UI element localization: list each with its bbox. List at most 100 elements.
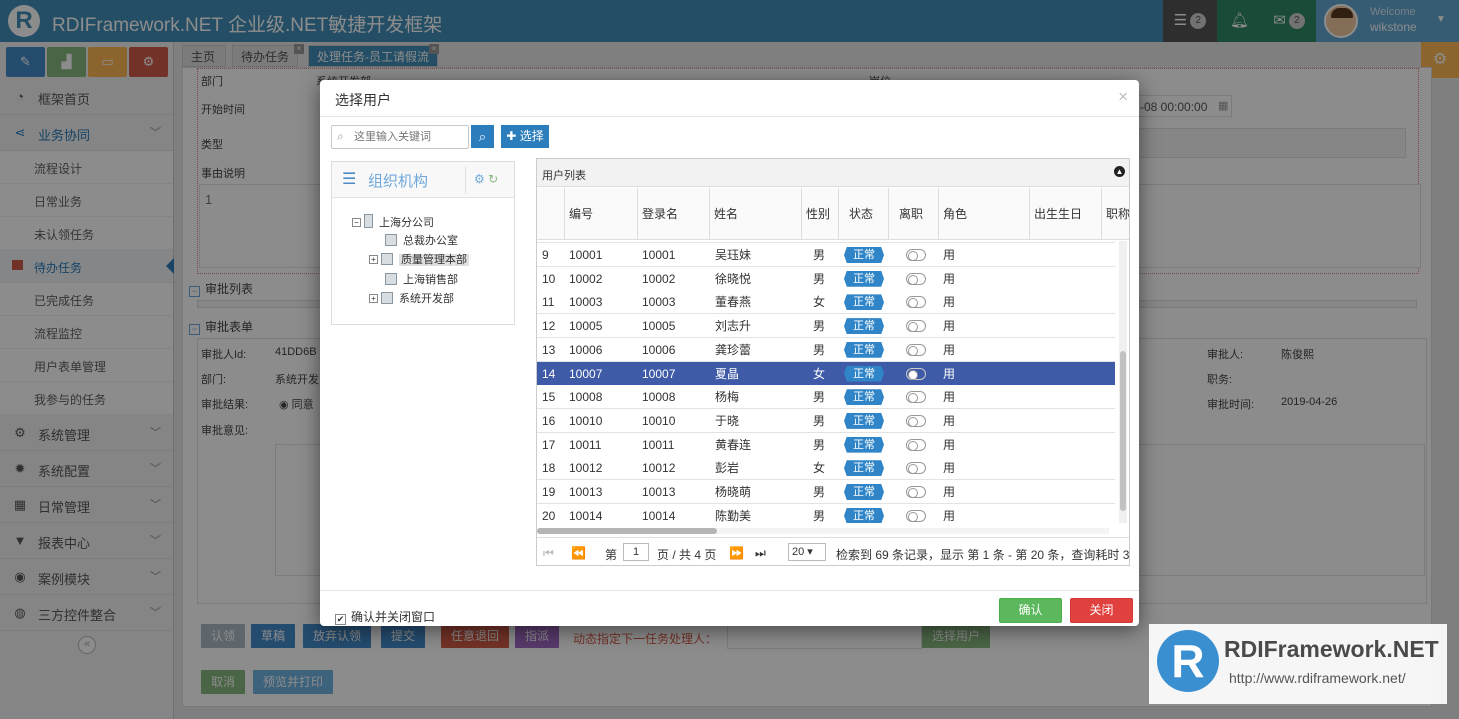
cell-role: 用 — [943, 319, 956, 334]
collapse-panel-icon[interactable]: ▲ — [1114, 166, 1125, 177]
close-icon[interactable]: × — [1118, 87, 1128, 107]
cell-name: 龚珍蕾 — [715, 342, 752, 357]
resigned-toggle[interactable] — [906, 343, 926, 356]
cell-login: 10012 — [642, 461, 676, 476]
table-row[interactable]: 10 10002 10002 徐晓悦 男 用 正常 — [537, 266, 1115, 291]
column-header-login[interactable]: 登录名 — [638, 188, 710, 240]
cell-name: 杨晓萌 — [715, 485, 752, 499]
column-header-rownum — [537, 188, 565, 240]
column-header-code[interactable]: 编号 — [565, 188, 638, 240]
column-header-role[interactable]: 角色 — [939, 188, 1030, 240]
column-header-status[interactable]: 状态 — [839, 188, 889, 240]
cell-sex: 男 — [813, 485, 826, 499]
first-page-icon[interactable]: ⏮ — [543, 546, 554, 561]
column-header-birthday[interactable]: 出生生日 — [1030, 188, 1102, 240]
page-number-input[interactable]: 1 — [623, 543, 649, 561]
resigned-toggle[interactable] — [906, 249, 926, 261]
cell-sex: 男 — [813, 248, 826, 262]
cell-sex: 女 — [813, 366, 826, 381]
resigned-toggle[interactable] — [906, 414, 926, 427]
tree-node-sales-dept[interactable]: 上海销售部 — [385, 272, 458, 288]
page-suffix: 页 / 共 4 页 — [657, 548, 717, 562]
cell-name: 于晓 — [715, 413, 740, 428]
tree-node-shanghai[interactable]: − 上海分公司 — [352, 214, 434, 230]
cell-rownum: 19 — [542, 485, 556, 499]
cell-rownum: 13 — [542, 342, 556, 357]
table-row[interactable]: 19 10013 10013 杨晓萌 男 用 正常 — [537, 480, 1115, 504]
status-badge: 正常 — [844, 270, 884, 287]
cell-name: 彭岩 — [715, 461, 740, 476]
cell-name: 吴珏妹 — [715, 248, 752, 262]
expand-icon[interactable]: + — [369, 294, 378, 303]
cell-role: 用 — [943, 366, 956, 381]
select-button-label: 选择 — [519, 129, 544, 143]
gear-icon[interactable]: ⚙ — [474, 172, 485, 186]
cell-code: 10001 — [569, 248, 603, 262]
scrollbar-thumb[interactable] — [537, 528, 717, 534]
cell-login: 10005 — [642, 319, 676, 334]
last-page-icon[interactable]: ⏭ — [755, 546, 766, 561]
pagination: ⏮ ⏪ 第 1 页 / 共 4 页 ⏩ ⏭ 20 ▾ 检索到 69 条记录，显示… — [537, 537, 1129, 565]
table-row[interactable]: 11 10003 10003 董春燕 女 用 正常 — [537, 290, 1115, 315]
cell-login: 10007 — [642, 366, 676, 381]
cell-code: 10006 — [569, 342, 603, 357]
grid-header: 编号 登录名 姓名 性别 状态 离职 角色 出生生日 职称 — [537, 188, 1129, 240]
cell-sex: 男 — [813, 319, 826, 334]
grid-body: 月卫 工作力发发开 91000110001吴珏妹男用正常101000210002… — [537, 241, 1115, 523]
status-badge: 正常 — [844, 341, 884, 358]
tree-node-quality-dept[interactable]: + 质量管理本部 — [369, 252, 469, 268]
column-header-resigned[interactable]: 离职 — [889, 188, 939, 240]
table-row[interactable]: 9 10001 10001 吴珏妹 男 用 正常 — [537, 243, 1115, 267]
expand-icon[interactable]: + — [369, 255, 378, 264]
tree-node-dev-dept[interactable]: + 系统开发部 — [369, 291, 454, 307]
prev-page-icon[interactable]: ⏪ — [571, 546, 586, 560]
search-input[interactable] — [354, 128, 464, 146]
tree-node-label: 质量管理本部 — [399, 254, 469, 266]
table-row[interactable]: 16 10010 10010 于晓 男 用 正常 — [537, 408, 1115, 433]
resigned-toggle[interactable] — [906, 462, 926, 475]
cell-code: 10008 — [569, 390, 603, 405]
tree-node-president-office[interactable]: 总裁办公室 — [385, 233, 458, 249]
collapse-icon[interactable]: − — [352, 218, 361, 227]
table-row[interactable]: 17 10011 10011 黄春连 男 用 正常 — [537, 432, 1115, 457]
list-icon: ☰ — [342, 171, 357, 188]
page-size-select[interactable]: 20 ▾ — [788, 543, 826, 561]
cell-rownum: 14 — [542, 366, 556, 381]
resigned-toggle[interactable] — [906, 272, 926, 285]
resigned-toggle[interactable] — [906, 391, 926, 404]
cell-rownum: 10 — [542, 271, 556, 286]
cell-login: 10001 — [642, 248, 676, 262]
vertical-scrollbar[interactable] — [1119, 241, 1127, 523]
next-page-icon[interactable]: ⏩ — [729, 546, 744, 560]
column-header-sex[interactable]: 性别 — [802, 188, 839, 240]
table-row[interactable]: 18 10012 10012 彭岩 女 用 正常 — [537, 456, 1115, 481]
table-row[interactable]: 13 10006 10006 龚珍蕾 男 用 正常 — [537, 337, 1115, 362]
table-row[interactable]: 15 10008 10008 杨梅 男 用 正常 — [537, 385, 1115, 410]
table-row[interactable]: 12 10005 10005 刘志升 男 用 正常 — [537, 314, 1115, 339]
resigned-toggle[interactable] — [906, 438, 926, 451]
resigned-toggle[interactable] — [906, 296, 926, 309]
column-header-title[interactable]: 职称 — [1102, 188, 1129, 240]
column-header-name[interactable]: 姓名 — [710, 188, 802, 240]
cell-rownum: 9 — [542, 248, 549, 262]
confirm-close-checkbox[interactable]: ✔ 确认并关闭窗口 — [335, 608, 435, 625]
resigned-toggle[interactable] — [906, 486, 926, 498]
horizontal-scrollbar[interactable] — [537, 528, 1109, 534]
table-row[interactable]: 20 10014 10014 陈勤美 男 用 正常 — [537, 503, 1115, 523]
refresh-icon[interactable]: ↻ — [488, 172, 498, 186]
resigned-toggle[interactable] — [906, 509, 926, 522]
cell-code: 10010 — [569, 413, 603, 428]
cell-login: 10006 — [642, 342, 676, 357]
scrollbar-thumb[interactable] — [1120, 351, 1126, 511]
cell-name: 黄春连 — [715, 437, 752, 452]
confirm-button[interactable]: 确认 — [999, 598, 1062, 623]
status-badge: 正常 — [844, 389, 884, 406]
resigned-toggle[interactable] — [906, 320, 926, 333]
search-button[interactable]: ⌕ — [471, 125, 494, 148]
resigned-toggle[interactable] — [906, 367, 926, 380]
table-row[interactable]: 14 10007 10007 夏晶 女 用 正常 — [537, 361, 1115, 386]
cell-code: 10002 — [569, 271, 603, 286]
close-button[interactable]: 关闭 — [1070, 598, 1133, 623]
select-button[interactable]: ✚ 选择 — [501, 125, 549, 148]
status-badge: 正常 — [844, 507, 884, 523]
